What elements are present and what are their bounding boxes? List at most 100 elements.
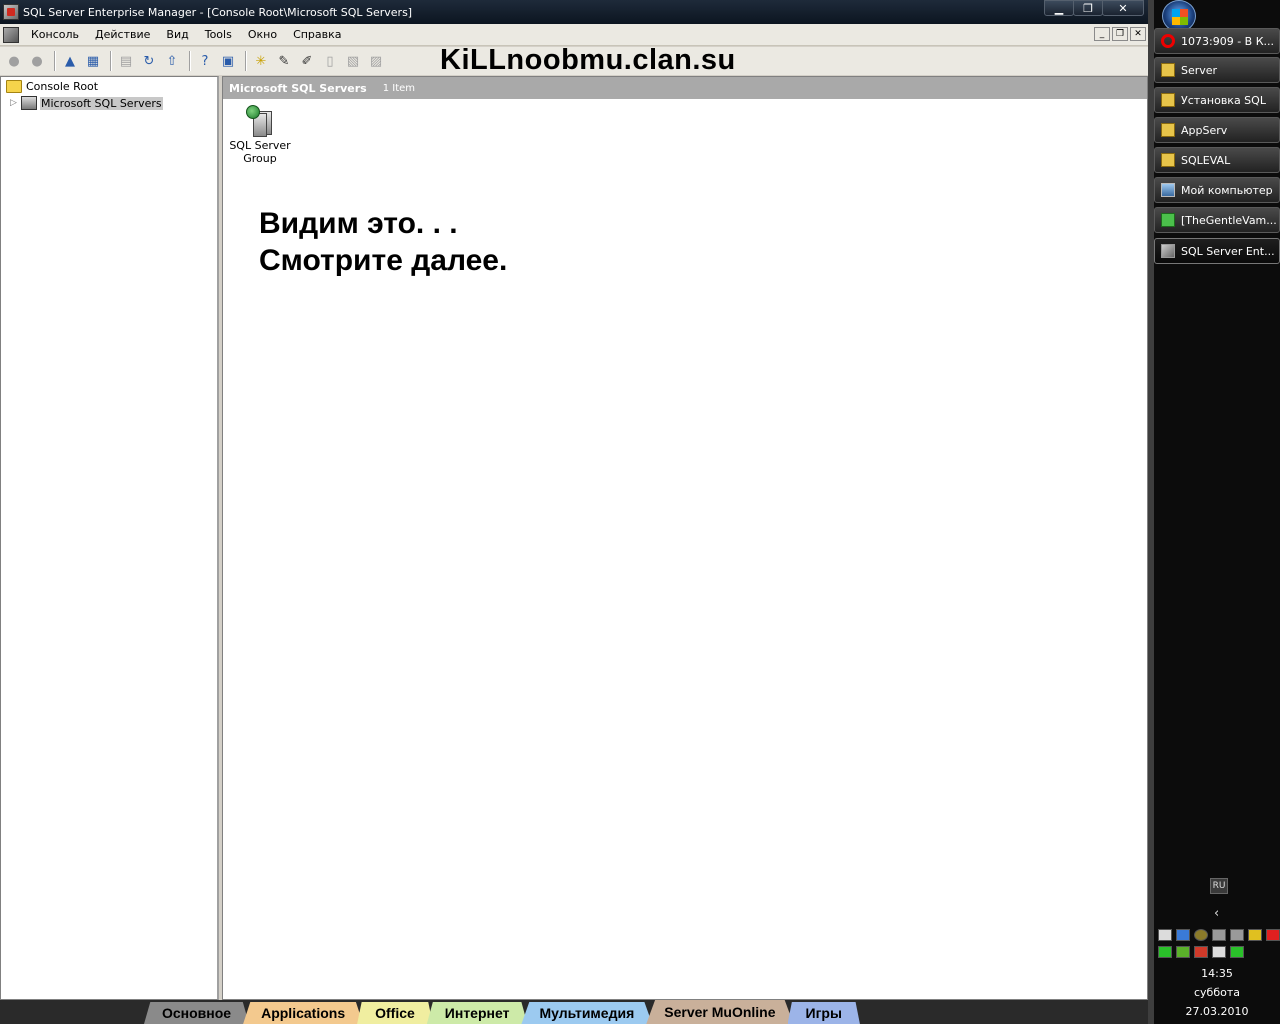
details-title: Microsoft SQL Servers <box>229 81 367 95</box>
console-tree: Console Root ▷ Microsoft SQL Servers <box>0 76 219 1000</box>
task-label: Мой компьютер <box>1181 183 1273 197</box>
details-pane: Microsoft SQL Servers 1 Item SQL Server … <box>222 76 1148 1000</box>
tray-battery-icon[interactable] <box>1158 946 1172 958</box>
tray-expand-icon[interactable]: ‹ <box>1214 906 1219 921</box>
menu-action[interactable]: Действие <box>87 28 158 41</box>
close-button[interactable]: ✕ <box>1102 0 1144 16</box>
tray-monitor2-icon[interactable] <box>1230 929 1244 941</box>
tab-applications[interactable]: Applications <box>243 1002 364 1024</box>
vertical-taskbar: 1073:909 - В К... Server Установка SQL A… <box>1148 0 1280 1024</box>
tab-internet[interactable]: Интернет <box>426 1002 528 1024</box>
notepad-icon <box>1161 213 1175 227</box>
menu-console[interactable]: Консоль <box>23 28 87 41</box>
expand-arrow-icon[interactable]: ▷ <box>10 98 18 108</box>
back-icon[interactable]: ● <box>4 51 24 71</box>
tree-node-sql-servers[interactable]: ▷ Microsoft SQL Servers <box>10 96 163 110</box>
export-list-icon[interactable]: ⇧ <box>162 51 182 71</box>
schedule-icon[interactable]: ▨ <box>366 51 386 71</box>
query-icon[interactable]: ▯ <box>320 51 340 71</box>
watermark-text: KiLLnoobmu.clan.su <box>440 44 736 76</box>
tab-osnovnoe[interactable]: Основное <box>144 1002 250 1024</box>
action-pane-icon[interactable]: ▣ <box>218 51 238 71</box>
task-server[interactable]: Server <box>1154 57 1280 83</box>
mmc-document-icon[interactable] <box>3 26 19 43</box>
menu-view[interactable]: Вид <box>158 28 196 41</box>
overlay-caption: Видим это. . . Смотрите далее. <box>259 205 507 279</box>
jobs-icon[interactable]: ▧ <box>343 51 363 71</box>
new-server-icon[interactable]: ✳ <box>251 51 271 71</box>
help-icon[interactable]: ? <box>195 51 215 71</box>
child-close-button[interactable]: ✕ <box>1130 27 1146 41</box>
tab-server-muonline[interactable]: Server MuOnline <box>646 1000 794 1024</box>
task-appserv[interactable]: AppServ <box>1154 117 1280 143</box>
menu-bar: Консоль Действие Вид Tools Окно Справка … <box>0 24 1148 46</box>
child-restore-button[interactable]: ❐ <box>1112 27 1128 41</box>
task-label: SQLEVAL <box>1181 153 1231 167</box>
menu-help[interactable]: Справка <box>285 28 349 41</box>
tray-monitor-icon[interactable] <box>1212 929 1226 941</box>
task-sql-enterprise[interactable]: SQL Server Ent... <box>1154 238 1280 264</box>
windows-logo-icon <box>1172 9 1188 25</box>
app-window: SQL Server Enterprise Manager - [Console… <box>0 0 1148 1000</box>
tray-bulb-icon[interactable] <box>1248 929 1262 941</box>
folder-icon <box>1161 63 1175 77</box>
title-bar[interactable]: SQL Server Enterprise Manager - [Console… <box>0 0 1148 24</box>
computer-icon <box>1161 183 1175 197</box>
task-notepad[interactable]: [TheGentleVam... <box>1154 207 1280 233</box>
menu-tools[interactable]: Tools <box>197 28 240 41</box>
wizard-icon[interactable]: ✎ <box>274 51 294 71</box>
task-sqleval[interactable]: SQLEVAL <box>1154 147 1280 173</box>
task-label: AppServ <box>1181 123 1228 137</box>
opera-icon <box>1161 34 1175 48</box>
properties-icon[interactable]: ▤ <box>116 51 136 71</box>
tray-network-icon[interactable] <box>1158 929 1172 941</box>
minimize-button[interactable]: ▁ <box>1044 0 1074 16</box>
up-folder-icon[interactable]: ▲ <box>60 51 80 71</box>
tray-antivirus-icon[interactable] <box>1266 929 1280 941</box>
tab-games[interactable]: Игры <box>787 1002 860 1024</box>
volume-icon[interactable] <box>1212 946 1226 958</box>
overlay-line1: Видим это. . . <box>259 207 458 240</box>
folder-icon <box>1161 123 1175 137</box>
clock-time: 14:35 <box>1201 967 1233 980</box>
overlay-line2: Смотрите далее. <box>259 244 508 277</box>
task-opera[interactable]: 1073:909 - В К... <box>1154 28 1280 54</box>
tab-office[interactable]: Office <box>357 1002 433 1024</box>
clock[interactable]: 14:35 суббота 27.03.2010 <box>1154 964 1280 1021</box>
tree-label-console-root: Console Root <box>26 80 99 93</box>
refresh-icon[interactable]: ↻ <box>139 51 159 71</box>
language-indicator[interactable]: RU <box>1210 878 1228 894</box>
tray-nvidia-icon[interactable] <box>1176 946 1190 958</box>
child-minimize-button[interactable]: _ <box>1094 27 1110 41</box>
clock-weekday: суббота <box>1193 986 1240 999</box>
tray-safe-remove-icon[interactable] <box>1230 946 1244 958</box>
enterprise-manager-icon <box>1161 244 1175 258</box>
restore-button[interactable]: ❐ <box>1073 0 1103 16</box>
tree-label-sql-servers: Microsoft SQL Servers <box>40 96 163 110</box>
task-label: Server <box>1181 63 1218 77</box>
folder-icon <box>1161 93 1175 107</box>
item-label-line2: Group <box>243 152 277 165</box>
sql-server-group-item[interactable]: SQL Server Group <box>229 105 291 165</box>
task-label: Установка SQL <box>1181 93 1266 107</box>
task-label: [TheGentleVam... <box>1181 213 1277 227</box>
forward-icon[interactable]: ● <box>27 51 47 71</box>
item-count: 1 Item <box>382 82 416 94</box>
tray-speaker-mute-icon[interactable] <box>1194 946 1208 958</box>
task-sql-setup[interactable]: Установка SQL <box>1154 87 1280 113</box>
tab-multimedia[interactable]: Мультимедия <box>521 1002 653 1024</box>
tray-disc-icon[interactable] <box>1194 929 1208 941</box>
task-label: SQL Server Ent... <box>1181 244 1275 258</box>
tree-node-console-root[interactable]: Console Root <box>6 80 98 93</box>
server-group-icon <box>244 105 276 137</box>
folder-icon <box>1161 153 1175 167</box>
clock-date: 27.03.2010 <box>1185 1005 1249 1018</box>
tray-messenger-icon[interactable] <box>1176 929 1190 941</box>
edit-icon[interactable]: ✐ <box>297 51 317 71</box>
menu-window[interactable]: Окно <box>240 28 285 41</box>
task-my-computer[interactable]: Мой компьютер <box>1154 177 1280 203</box>
sql-servers-icon <box>21 96 37 110</box>
window-title: SQL Server Enterprise Manager - [Console… <box>23 5 413 19</box>
enterprise-manager-icon <box>3 4 19 20</box>
show-hide-tree-icon[interactable]: ▦ <box>83 51 103 71</box>
